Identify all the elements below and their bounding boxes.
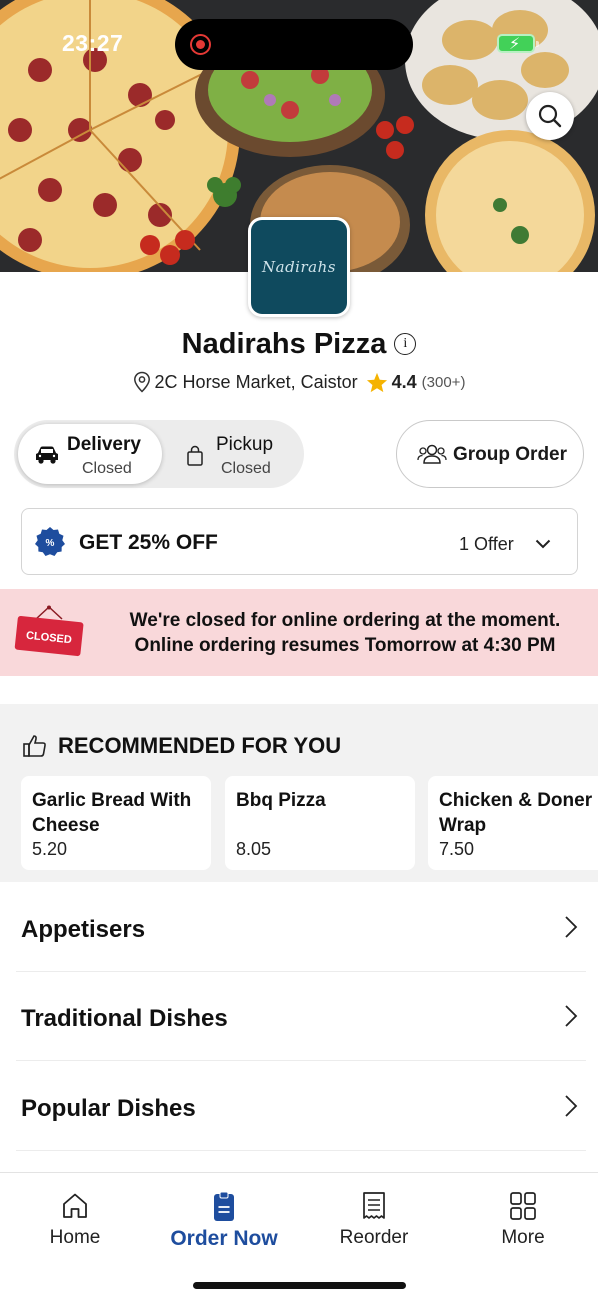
fulfillment-toggle: Delivery Closed Pickup Closed (14, 420, 304, 488)
recommended-item-name-line1: Chicken & Doner (439, 790, 593, 811)
bottom-navigation: Home Order Now Reorder More (0, 1172, 598, 1300)
status-bar-time: 23:27 (62, 30, 124, 56)
restaurant-address: 2C Horse Market, Caistor (154, 371, 358, 392)
chevron-down-icon (535, 539, 551, 549)
recommended-title: RECOMMENDED FOR YOU (58, 733, 342, 759)
shopping-bag-icon (187, 445, 203, 466)
closed-message: We're closed for online ordering at the … (110, 608, 580, 658)
recommended-item-price: 7.50 (439, 839, 475, 859)
chevron-right-icon (565, 1005, 578, 1027)
recommended-item-name-line1: Garlic Bread With (32, 790, 192, 811)
chevron-right-icon (565, 916, 578, 938)
info-icon[interactable]: i (394, 333, 417, 356)
receipt-icon (363, 1192, 385, 1219)
search-button[interactable] (526, 92, 574, 140)
category-row-appetisers[interactable]: Appetisers (16, 882, 586, 972)
category-label: Popular Dishes (21, 1095, 196, 1122)
closed-notice-banner: CLOSED We're closed for online ordering … (0, 589, 598, 676)
recommended-item-price: 8.05 (236, 839, 272, 859)
restaurant-logo: Nadirahs (248, 217, 350, 317)
nav-more[interactable]: More (463, 1191, 583, 1249)
recommended-section: RECOMMENDED FOR YOU Garlic Bread With Ch… (0, 704, 598, 882)
search-icon (538, 104, 562, 128)
category-label: Appetisers (21, 916, 146, 943)
pickup-label: Pickup (216, 434, 274, 455)
nav-reorder-label: Reorder (339, 1227, 409, 1248)
recommended-item-name-line2: Wrap (439, 815, 487, 836)
delivery-label: Delivery (67, 434, 141, 455)
nav-home-label: Home (49, 1227, 101, 1248)
recommended-item-name-line2: Cheese (32, 815, 100, 836)
closed-message-line1: We're closed for online ordering at the … (129, 610, 561, 631)
nav-reorder[interactable]: Reorder (314, 1191, 434, 1249)
star-icon (366, 372, 387, 392)
nav-order-now-label: Order Now (170, 1227, 278, 1250)
delivery-status: Closed (82, 460, 132, 477)
grid-icon (510, 1192, 536, 1220)
pickup-status: Closed (221, 460, 271, 477)
screen-recording-icon (190, 34, 211, 55)
recommended-item-price: 5.20 (32, 839, 68, 859)
group-people-icon (417, 444, 447, 464)
delivery-option[interactable]: Delivery Closed (18, 424, 162, 484)
group-order-button[interactable]: Group Order (396, 420, 584, 488)
offer-title: GET 25% OFF (79, 531, 218, 554)
closed-sign-icon: CLOSED (14, 605, 84, 657)
offer-count: 1 Offer (459, 534, 514, 554)
recommended-header: RECOMMENDED FOR YOU (22, 732, 341, 759)
recommended-item-card[interactable]: Chicken & Doner Wrap 7.50 (428, 776, 598, 870)
recommended-item-card[interactable]: Bbq Pizza 8.05 (225, 776, 415, 870)
category-label: Traditional Dishes (21, 1005, 228, 1032)
home-indicator (193, 1282, 406, 1289)
thumbs-up-icon (23, 735, 46, 757)
recommended-item-name-line1: Bbq Pizza (236, 790, 326, 811)
restaurant-meta: 2C Horse Market, Caistor 4.4 (300+) (0, 371, 598, 393)
car-icon (36, 446, 58, 464)
nav-more-label: More (501, 1227, 545, 1248)
rating-value: 4.4 (391, 371, 417, 392)
restaurant-title: Nadirahs Pizza i (0, 327, 598, 361)
location-pin-icon (133, 371, 150, 393)
battery-charging-icon: ⚡ (497, 34, 539, 53)
recommended-item-card[interactable]: Garlic Bread With Cheese 5.20 (21, 776, 211, 870)
nav-home[interactable]: Home (15, 1191, 135, 1249)
chevron-right-icon (565, 1095, 578, 1117)
group-order-label: Group Order (453, 444, 568, 465)
logo-text: Nadirahs (262, 258, 336, 276)
closed-message-line2: Online ordering resumes Tomorrow at 4:30… (134, 635, 556, 656)
discount-badge-icon: % (35, 527, 65, 556)
pickup-option[interactable]: Pickup Closed (166, 424, 300, 484)
category-row-traditional-dishes[interactable]: Traditional Dishes (16, 971, 586, 1061)
nav-order-now[interactable]: Order Now (164, 1191, 284, 1251)
order-icon (214, 1191, 234, 1221)
svg-text:%: % (46, 538, 55, 549)
recommended-item-name: Garlic Bread With Cheese (32, 788, 205, 838)
recommended-item-name: Bbq Pizza (236, 788, 409, 813)
recommended-item-name: Chicken & Doner Wrap (439, 788, 598, 838)
category-row-popular-dishes[interactable]: Popular Dishes (16, 1061, 586, 1151)
home-icon (63, 1193, 87, 1218)
offer-card[interactable]: % GET 25% OFF 1 Offer (21, 508, 578, 575)
rating-count: (300+) (421, 373, 466, 391)
restaurant-name: Nadirahs Pizza (181, 327, 387, 360)
